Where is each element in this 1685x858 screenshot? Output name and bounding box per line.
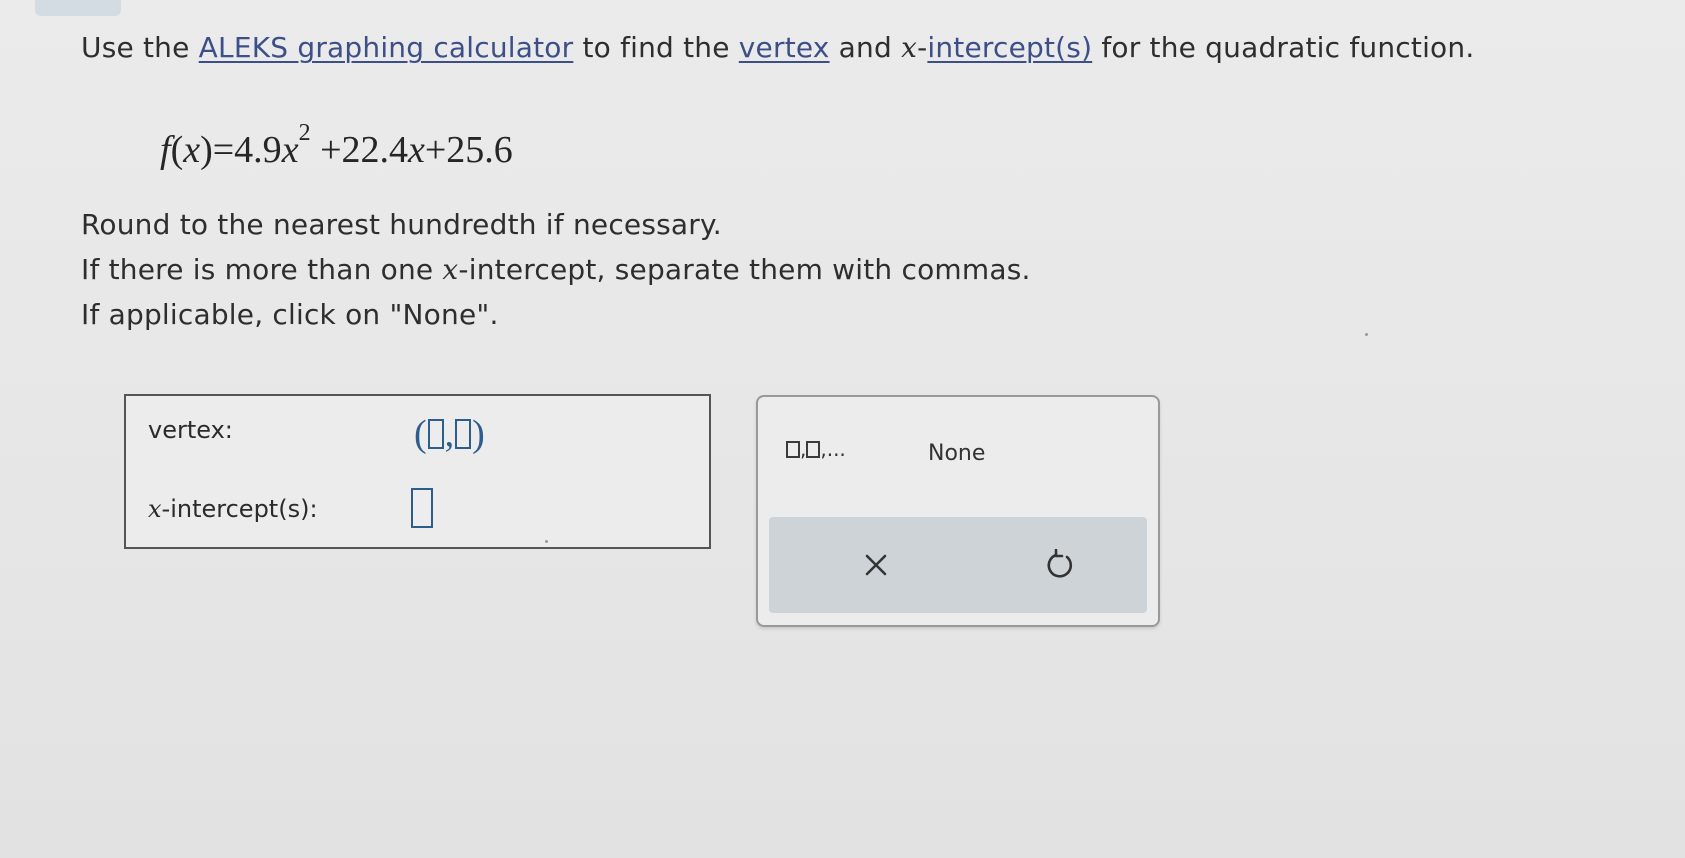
undo-button[interactable] (1039, 545, 1083, 585)
vertex-label: vertex: (148, 416, 233, 444)
list-slot-icon-2 (806, 440, 821, 458)
multiple-intercepts-instruction: If there is more than one x-intercept, s… (81, 253, 1031, 286)
action-bar (769, 517, 1147, 613)
eq-x2: x (281, 129, 299, 171)
eq-f: f (160, 129, 171, 171)
dust-speck (1365, 333, 1368, 336)
eq-exponent: 2 (298, 120, 311, 147)
eq-x3: x (408, 129, 425, 171)
round-instruction: Round to the nearest hundredth if necess… (81, 208, 722, 241)
vertex-open-paren: ( (414, 413, 427, 455)
question-suffix: for the quadratic function. (1092, 31, 1475, 64)
none-button[interactable]: None (928, 441, 985, 466)
x-intercepts-label: x-intercept(s): (148, 495, 318, 523)
multi-x-variable: x (442, 253, 459, 286)
list-slot-icon (786, 440, 800, 458)
x-icon (865, 554, 887, 576)
xint-label-text: -intercept(s): (161, 495, 318, 523)
vertex-comma: , (444, 413, 455, 455)
x-variable: x (901, 31, 918, 64)
intercepts-link[interactable]: intercept(s) (927, 31, 1092, 64)
question-instruction: Use the ALEKS graphing calculator to fin… (81, 31, 1474, 64)
eq-x: x (183, 129, 201, 171)
eq-term2: +22.4 (320, 129, 408, 171)
answer-keypad: ,,... None (756, 395, 1160, 627)
eq-close: )=4.9 (200, 129, 282, 171)
question-middle1: to find the (573, 31, 739, 64)
answer-box: vertex: ( , ) x-intercept(s): (124, 394, 711, 549)
vertex-close-paren: ) (472, 413, 485, 455)
aleks-calculator-link[interactable]: ALEKS graphing calculator (199, 31, 574, 64)
eq-term3: +25.6 (424, 129, 513, 171)
undo-icon (1047, 549, 1073, 578)
xint-x-variable: x (148, 495, 162, 523)
clear-button[interactable] (854, 545, 898, 585)
question-dash: - (917, 31, 928, 64)
dust-speck (545, 540, 548, 543)
quadratic-equation: f(x)=4.9x2 +22.4x+25.6 (160, 120, 513, 172)
vertex-input: ( , ) (414, 412, 485, 456)
x-intercepts-field[interactable] (411, 488, 433, 528)
question-prefix: Use the (81, 31, 199, 64)
vertex-x-field[interactable] (427, 419, 444, 449)
vertex-link[interactable]: vertex (739, 31, 830, 64)
question-middle2: and (829, 31, 902, 64)
list-template-button[interactable]: ,,... (786, 437, 846, 461)
none-instruction: If applicable, click on "None". (81, 298, 499, 331)
eq-open: ( (170, 129, 184, 171)
multi-suffix: -intercept, separate them with commas. (458, 253, 1031, 286)
vertex-y-field[interactable] (455, 419, 472, 449)
top-tab (35, 0, 121, 16)
list-ellipsis: ,... (820, 437, 846, 461)
multi-prefix: If there is more than one (81, 253, 443, 286)
